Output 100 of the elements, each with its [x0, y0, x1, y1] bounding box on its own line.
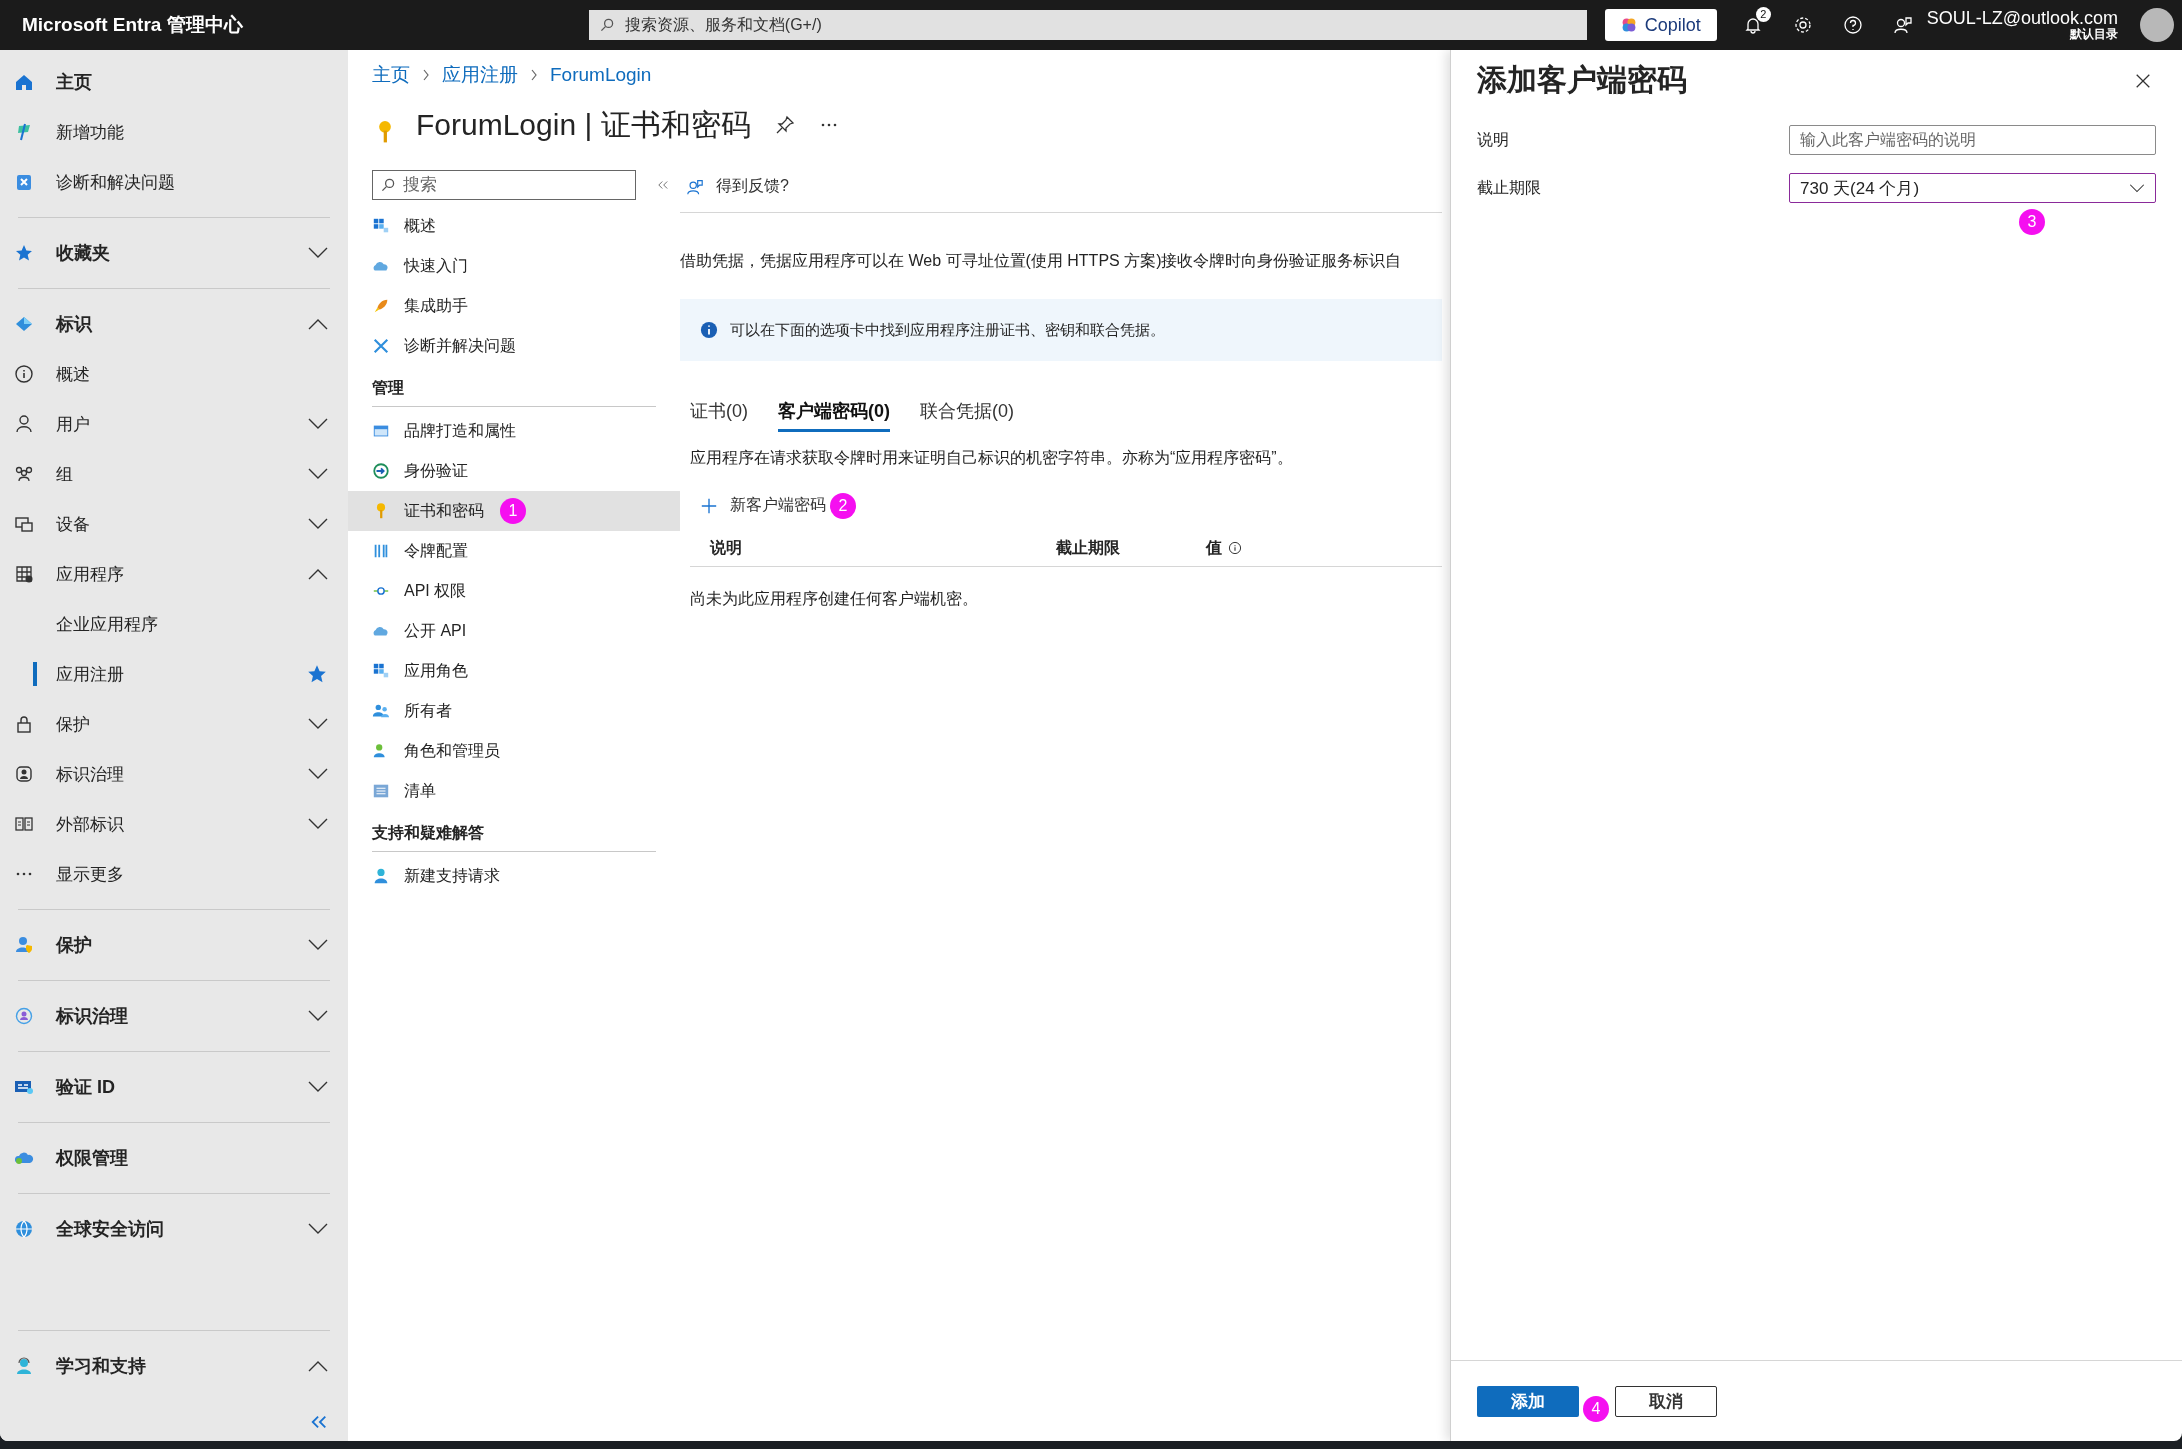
chevron-down-icon[interactable]	[308, 518, 328, 530]
sidebar-item[interactable]: 应用注册	[0, 649, 348, 699]
brand-title[interactable]: Microsoft Entra 管理中心	[22, 12, 561, 38]
chevron-down-icon[interactable]	[308, 1223, 328, 1235]
chevron-down-icon[interactable]	[308, 768, 328, 780]
menu-item[interactable]: 诊断并解决问题	[348, 326, 680, 366]
sidebar-item[interactable]: 企业应用程序	[0, 599, 348, 649]
menu-search-field[interactable]: 搜索	[372, 170, 636, 200]
panel-title: 添加客户端密码	[1477, 62, 1687, 98]
cancel-button[interactable]: 取消	[1615, 1385, 1717, 1417]
sidebar-item[interactable]: 收藏夹	[0, 228, 348, 278]
step-marker: 4	[1583, 1395, 1609, 1422]
sidebar-item[interactable]: 诊断和解决问题	[0, 157, 348, 207]
sidebar-item[interactable]: 外部标识	[0, 799, 348, 849]
menu-item[interactable]: 证书和密码 1	[348, 491, 680, 531]
feedback-icon[interactable]	[1892, 15, 1913, 35]
notification-count: 2	[1755, 7, 1771, 22]
globe-icon	[14, 1219, 34, 1239]
chevron-down-icon[interactable]	[308, 818, 328, 830]
sidebar-item[interactable]: 验证 ID	[0, 1062, 348, 1112]
description-text: 借助凭据，凭据应用程序可以在 Web 可寻址位置(使用 HTTPS 方案)接收令牌时向身份验证服务标识自	[680, 251, 1403, 271]
person-icon	[14, 414, 34, 434]
menu-item[interactable]: 应用角色	[348, 651, 680, 691]
sidebar-item[interactable]: 保护	[0, 699, 348, 749]
menu-item[interactable]: 新建支持请求	[348, 856, 680, 896]
more-icon[interactable]	[820, 123, 837, 127]
info-banner-text: 可以在下面的选项卡中找到应用程序注册证书、密钥和联合凭据。	[730, 320, 1165, 340]
breadcrumb-link[interactable]: 应用注册	[442, 62, 518, 88]
collapse-sidebar-icon[interactable]	[310, 1415, 328, 1429]
tab[interactable]: 联合凭据(0)	[920, 395, 1014, 432]
menu-section-heading: 管理	[372, 366, 656, 407]
sidebar-item[interactable]: 权限管理	[0, 1133, 348, 1183]
description-input-field[interactable]: 输入此客户端密码的说明	[1789, 125, 2156, 155]
rocket-icon	[372, 297, 390, 315]
chevron-down-icon	[2129, 183, 2145, 193]
people-icon	[14, 464, 34, 484]
sidebar-item[interactable]: 保护	[0, 920, 348, 970]
home-icon	[14, 72, 34, 92]
chevron-right-icon	[422, 69, 430, 81]
sidebar-item[interactable]: 主页	[0, 57, 348, 107]
menu-item[interactable]: 角色和管理员	[348, 731, 680, 771]
feedback-button[interactable]: 得到反馈?	[686, 176, 789, 197]
chevron-down-icon[interactable]	[308, 247, 328, 259]
menu-item[interactable]: 清单	[348, 771, 680, 811]
menu-item[interactable]: API 权限	[348, 571, 680, 611]
chevron-up-icon[interactable]	[308, 568, 328, 580]
empty-table-message: 尚未为此应用程序创建任何客户端机密。	[690, 589, 979, 609]
bars-icon	[372, 542, 390, 560]
chevron-up-icon[interactable]	[308, 1360, 328, 1372]
chevron-down-icon[interactable]	[308, 939, 328, 951]
column-header: 值	[1206, 537, 1222, 558]
menu-item[interactable]: 公开 API	[348, 611, 680, 651]
expiry-dropdown[interactable]: 730 天(24 个月)	[1789, 173, 2156, 203]
pin-icon[interactable]	[774, 115, 795, 135]
info-icon[interactable]	[1228, 541, 1242, 555]
sidebar-item[interactable]: 组	[0, 449, 348, 499]
menu-item[interactable]: 快速入门	[348, 246, 680, 286]
menu-item[interactable]: 身份验证	[348, 451, 680, 491]
grid-icon	[14, 564, 34, 584]
favorite-star-icon[interactable]	[306, 663, 328, 685]
chevron-down-icon[interactable]	[308, 418, 328, 430]
menu-item[interactable]: 所有者	[348, 691, 680, 731]
step-marker: 2	[830, 492, 856, 519]
sidebar-item[interactable]: 设备	[0, 499, 348, 549]
tab[interactable]: 证书(0)	[690, 395, 748, 432]
copilot-button[interactable]: Copilot	[1604, 9, 1717, 41]
menu-item[interactable]: 概述	[348, 206, 680, 246]
chevron-up-icon[interactable]	[308, 318, 328, 330]
sidebar-item[interactable]: 概述	[0, 349, 348, 399]
sidebar-item[interactable]: 显示更多	[0, 849, 348, 899]
sidebar-item[interactable]: 标识	[0, 299, 348, 349]
chevron-down-icon[interactable]	[308, 1081, 328, 1093]
menu-item[interactable]: 品牌打造和属性	[348, 411, 680, 451]
help-icon[interactable]	[1842, 15, 1863, 35]
account-email[interactable]: SOUL-LZ@outlook.com	[1926, 8, 2119, 29]
settings-icon[interactable]	[1792, 15, 1813, 35]
chevron-down-icon[interactable]	[308, 1010, 328, 1022]
chevron-down-icon[interactable]	[308, 718, 328, 730]
new-client-secret-button[interactable]: 新客户端密码	[700, 491, 826, 520]
sidebar-item[interactable]: 标识治理	[0, 749, 348, 799]
global-search-field[interactable]: 搜索资源、服务和文档(G+/)	[588, 10, 1587, 40]
menu-item[interactable]: 令牌配置	[348, 531, 680, 571]
feedback-icon	[686, 177, 704, 196]
sidebar-item[interactable]: 应用程序	[0, 549, 348, 599]
sidebar-item[interactable]: 全球安全访问	[0, 1204, 348, 1254]
shield-icon	[14, 935, 34, 955]
column-header: 截止期限	[1056, 537, 1120, 558]
sidebar-item[interactable]: 标识治理	[0, 991, 348, 1041]
menu-item[interactable]: 集成助手	[348, 286, 680, 326]
sidebar-item[interactable]: 用户	[0, 399, 348, 449]
add-button[interactable]: 添加	[1477, 1385, 1579, 1417]
chevron-right-icon	[530, 69, 538, 81]
breadcrumb-link[interactable]: ForumLogin	[550, 64, 652, 86]
sidebar-item[interactable]: 学习和支持	[0, 1341, 348, 1391]
avatar-circle[interactable]	[2140, 8, 2174, 42]
sidebar-item[interactable]: 新增功能	[0, 107, 348, 157]
collapse-menu-icon[interactable]	[656, 179, 670, 191]
breadcrumb-link[interactable]: 主页	[372, 62, 410, 88]
chevron-down-icon[interactable]	[308, 468, 328, 480]
tab[interactable]: 客户端密码(0)	[778, 395, 890, 432]
